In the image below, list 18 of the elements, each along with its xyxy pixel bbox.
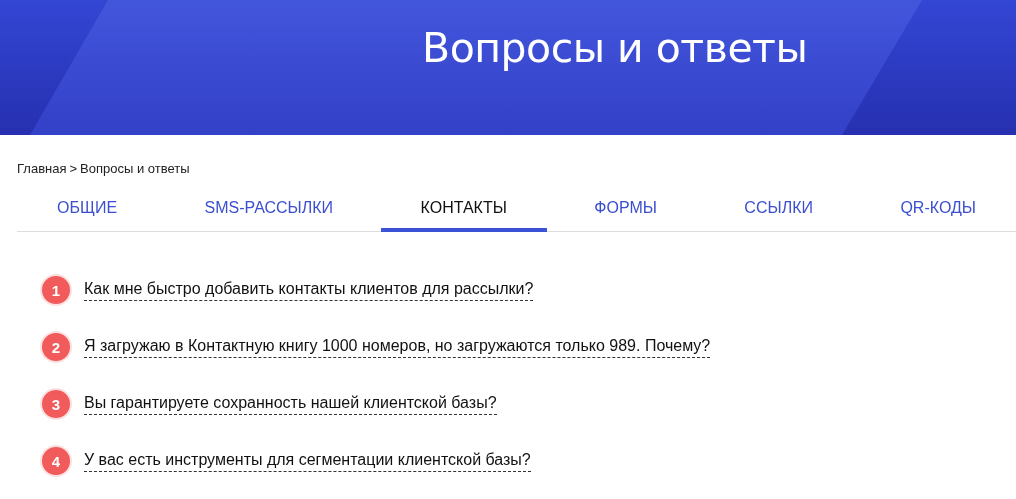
number-badge: 4	[40, 445, 72, 477]
breadcrumb-separator: >	[69, 160, 78, 176]
tab[interactable]: SMS-РАССЫЛКИ	[164, 184, 374, 232]
breadcrumb-link[interactable]: Главная	[17, 160, 67, 176]
tab[interactable]: ОБЩИЕ	[17, 184, 158, 232]
question-link[interactable]: У вас есть инструменты для сегментации клиентской базы?	[84, 450, 531, 472]
page-title: Вопросы и ответы	[422, 24, 808, 72]
question-link[interactable]: Я загружаю в Контактную книгу 1000 номеров, но загружаются только 989. Почему?	[84, 336, 711, 358]
number-badge: 3	[40, 388, 72, 420]
tab[interactable]: ССЫЛКИ	[704, 184, 853, 232]
question-link[interactable]: Вы гарантируете сохранность нашей клиентской базы?	[84, 393, 497, 415]
tab[interactable]: QR-КОДЫ	[860, 184, 1016, 232]
number-badge: 2	[40, 331, 72, 363]
tab[interactable]: ФОРМЫ	[554, 184, 697, 232]
breadcrumb-current: Вопросы и ответы	[80, 160, 190, 176]
tab[interactable]: КОНТАКТЫ	[380, 184, 547, 232]
question-link[interactable]: Как мне быстро добавить контакты клиентов для рассылки?	[84, 279, 534, 301]
number-badge: 1	[40, 274, 72, 306]
